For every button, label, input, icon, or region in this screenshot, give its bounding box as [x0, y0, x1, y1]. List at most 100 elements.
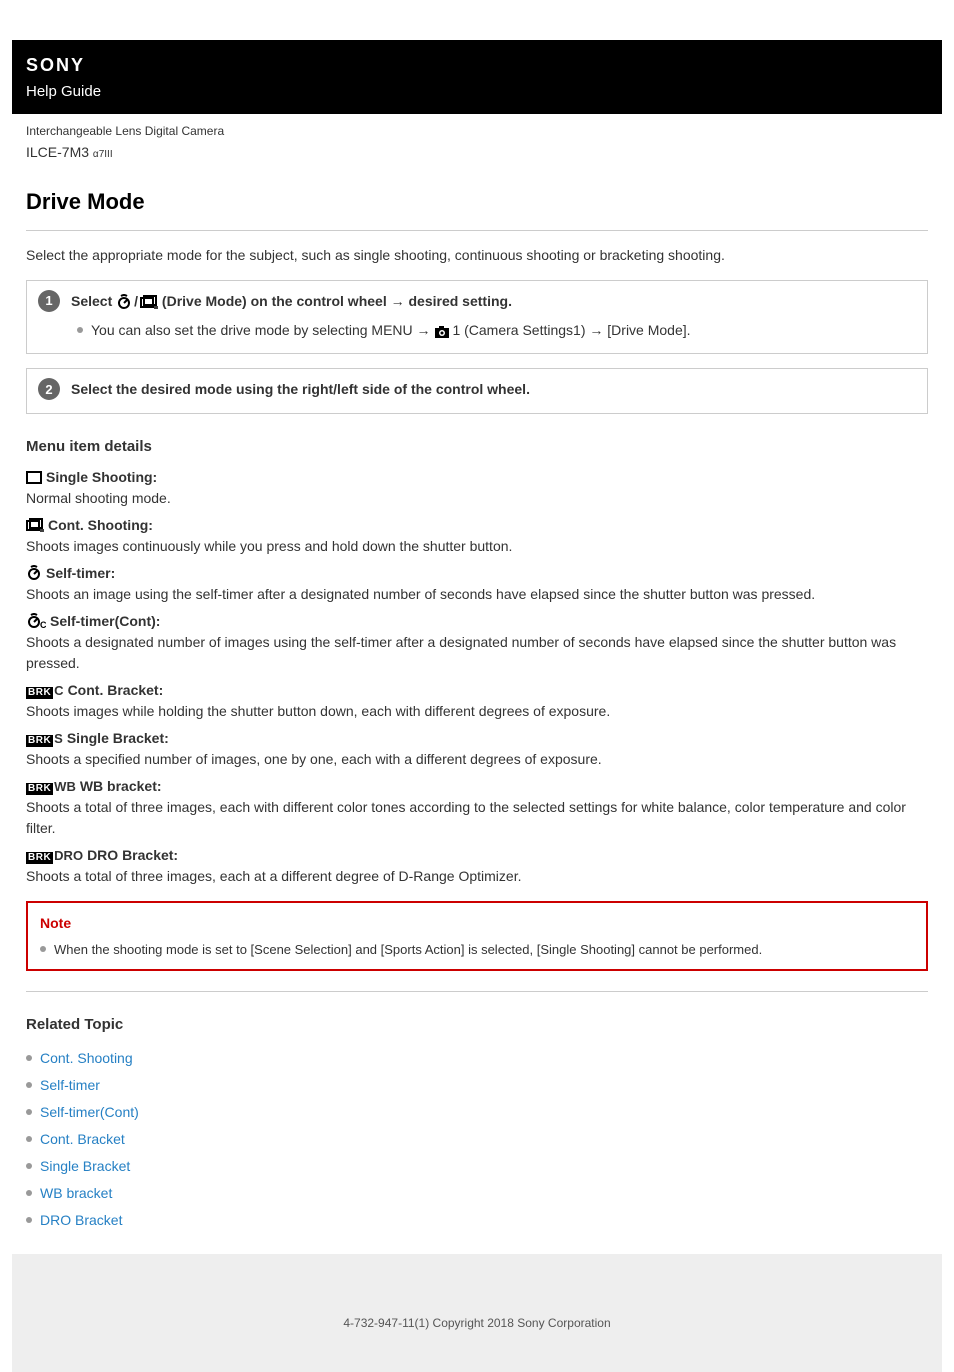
list-item: Cont. Shooting: [26, 1045, 928, 1072]
brk-suffix-wb: WB: [54, 779, 76, 794]
step-1-number: 1: [38, 290, 60, 312]
related-link-wb-bracket[interactable]: WB bracket: [40, 1183, 112, 1204]
step-2-box: 2 Select the desired mode using the righ…: [26, 368, 928, 414]
step-2-number: 2: [38, 378, 60, 400]
list-item: Self-timer(Cont): [26, 1099, 928, 1126]
bullet-dot: [26, 1082, 32, 1088]
footer: 4-732-947-11(1) Copyright 2018 Sony Corp…: [12, 1294, 942, 1372]
step-1-sub-prefix: You can also set the drive mode by selec…: [91, 322, 434, 338]
list-item: DRO Bracket: [26, 1207, 928, 1234]
single-shooting-icon: [26, 471, 42, 484]
bullet-dot: [26, 1109, 32, 1115]
list-item: Single Bracket: [26, 1153, 928, 1180]
mode-wb-bracket: BRKWB WB bracket: Shoots a total of thre…: [26, 776, 928, 839]
related-link-self-timer[interactable]: Self-timer: [40, 1075, 100, 1096]
related-link-self-timer-cont[interactable]: Self-timer(Cont): [40, 1102, 139, 1123]
brk-wb-icon: BRKWB: [26, 776, 76, 797]
note-item-text: When the shooting mode is set to [Scene …: [54, 940, 762, 960]
self-timer-icon: [26, 565, 42, 581]
product-type: Interchangeable Lens Digital Camera: [26, 122, 928, 140]
divider: [26, 230, 928, 231]
step-1-sub-text: You can also set the drive mode by selec…: [91, 320, 691, 341]
help-guide-label: Help Guide: [26, 83, 101, 100]
svg-text:C: C: [40, 620, 46, 629]
camera-settings1-icon: [434, 325, 452, 339]
mode-single-bracket-desc: Shoots a specified number of images, one…: [26, 749, 928, 770]
related-link-cont-shooting[interactable]: Cont. Shooting: [40, 1048, 133, 1069]
brk-suffix-dro: DRO: [54, 848, 83, 863]
mode-single-bracket: BRKS Single Bracket: Shoots a specified …: [26, 728, 928, 770]
self-timer-cont-icon: C: [26, 613, 46, 629]
cont-shooting-icon: [26, 518, 44, 532]
product-model: ILCE-7M3 α7III: [26, 142, 928, 163]
bullet-dot: [26, 1190, 32, 1196]
mode-cont-bracket-name: Cont. Bracket:: [68, 680, 164, 701]
mode-wb-bracket-name: WB bracket:: [80, 776, 162, 797]
intro-text: Select the appropriate mode for the subj…: [26, 245, 928, 266]
footer-spacer: [12, 1254, 942, 1294]
mode-self-timer-desc: Shoots an image using the self-timer aft…: [26, 584, 928, 605]
brk-badge: BRK: [26, 852, 53, 864]
self-timer-icon: [116, 294, 132, 310]
related-link-dro-bracket[interactable]: DRO Bracket: [40, 1210, 122, 1231]
slash-separator: /: [134, 291, 138, 312]
mode-cont-bracket-desc: Shoots images while holding the shutter …: [26, 701, 928, 722]
menu-details-heading: Menu item details: [26, 436, 928, 459]
cont-shooting-icon: [140, 295, 158, 309]
related-link-cont-bracket[interactable]: Cont. Bracket: [40, 1129, 125, 1150]
mode-single-shooting-name: Single Shooting:: [46, 467, 157, 488]
related-link-single-bracket[interactable]: Single Bracket: [40, 1156, 130, 1177]
brk-s-icon: BRKS: [26, 728, 63, 749]
mode-wb-bracket-desc: Shoots a total of three images, each wit…: [26, 797, 928, 839]
step-1-sub-suffix: (Camera Settings1) → [Drive Mode].: [464, 322, 690, 338]
product-model-code: ILCE-7M3: [26, 144, 89, 160]
mode-self-timer-name: Self-timer:: [46, 563, 115, 584]
brk-dro-icon: BRKDRO: [26, 845, 83, 866]
divider: [26, 991, 928, 992]
step-1-box: 1 Select /: [26, 280, 928, 355]
mode-cont-shooting: Cont. Shooting: Shoots images continuous…: [26, 515, 928, 557]
mode-cont-shooting-name: Cont. Shooting:: [48, 515, 153, 536]
list-item: WB bracket: [26, 1180, 928, 1207]
mode-single-shooting: Single Shooting: Normal shooting mode.: [26, 467, 928, 509]
brk-badge: BRK: [26, 735, 53, 747]
brk-badge: BRK: [26, 783, 53, 795]
list-item: Self-timer: [26, 1072, 928, 1099]
bullet-dot: [26, 1163, 32, 1169]
mode-dro-bracket-desc: Shoots a total of three images, each at …: [26, 866, 928, 887]
product-model-sub: α7III: [93, 149, 113, 160]
bullet-dot: [77, 327, 83, 333]
mode-dro-bracket: BRKDRO DRO Bracket: Shoots a total of th…: [26, 845, 928, 887]
mode-cont-bracket: BRKC Cont. Bracket: Shoots images while …: [26, 680, 928, 722]
mode-self-timer-cont-name: Self-timer(Cont):: [50, 611, 160, 632]
step-1-title-suffix: (Drive Mode) on the control wheel → desi…: [162, 293, 512, 309]
bullet-dot: [26, 1136, 32, 1142]
note-item: When the shooting mode is set to [Scene …: [40, 940, 914, 960]
bullet-dot: [40, 946, 46, 952]
step-1-title: Select / (Drive Mode): [71, 291, 915, 313]
brand-logo: SONY: [26, 52, 928, 79]
drive-mode-icon-group: /: [116, 291, 158, 312]
mode-self-timer-cont-desc: Shoots a designated number of images usi…: [26, 632, 928, 674]
brk-c-icon: BRKC: [26, 680, 64, 701]
mode-list: Single Shooting: Normal shooting mode. C…: [26, 467, 928, 887]
bullet-dot: [26, 1217, 32, 1223]
note-box: Note When the shooting mode is set to [S…: [26, 901, 928, 972]
footer-text: 4-732-947-11(1) Copyright 2018 Sony Corp…: [343, 1316, 610, 1330]
header-bar: SONY Help Guide: [12, 40, 942, 114]
mode-cont-shooting-desc: Shoots images continuously while you pre…: [26, 536, 928, 557]
mode-single-shooting-desc: Normal shooting mode.: [26, 488, 928, 509]
camera-settings1-number: 1: [452, 322, 460, 338]
page-title: Drive Mode: [26, 185, 928, 218]
step-2-title: Select the desired mode using the right/…: [71, 379, 915, 400]
mode-self-timer-cont: C Self-timer(Cont): Shoots a designated …: [26, 611, 928, 674]
mode-self-timer: Self-timer: Shoots an image using the se…: [26, 563, 928, 605]
mode-dro-bracket-name: DRO Bracket:: [87, 845, 178, 866]
brk-badge: BRK: [26, 687, 53, 699]
product-meta: Interchangeable Lens Digital Camera ILCE…: [12, 114, 942, 171]
related-heading: Related Topic: [26, 1014, 928, 1037]
mode-single-bracket-name: Single Bracket:: [67, 728, 169, 749]
list-item: Cont. Bracket: [26, 1126, 928, 1153]
brk-suffix-c: C: [54, 683, 63, 698]
note-title: Note: [40, 913, 914, 934]
